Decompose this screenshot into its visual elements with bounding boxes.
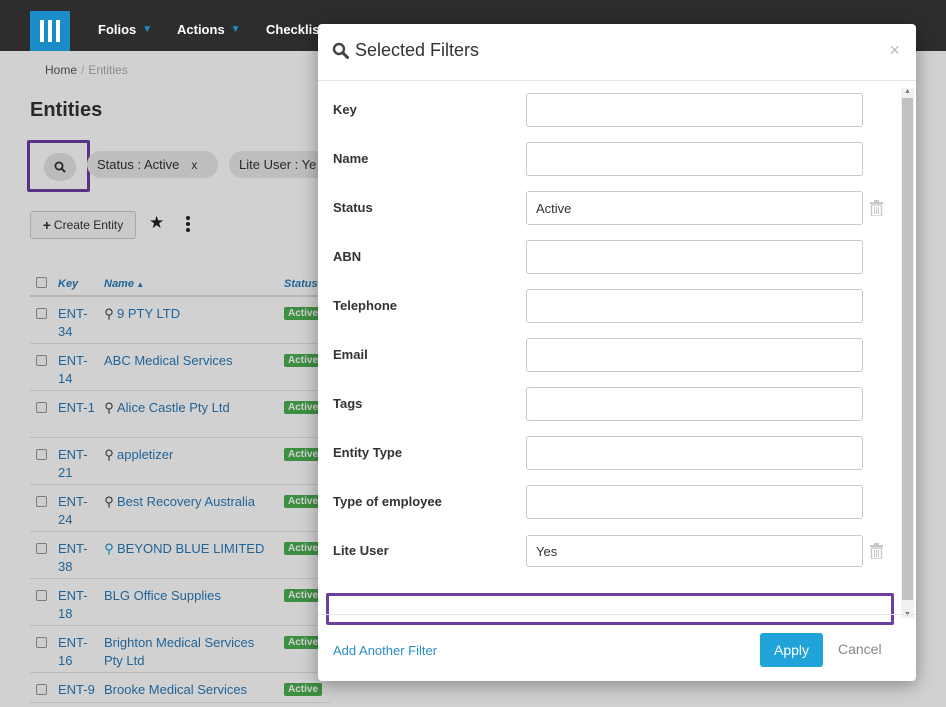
filter-label: Type of employee	[333, 494, 442, 509]
modal-header: Selected Filters ×	[318, 24, 916, 81]
modal-scrollbar[interactable]: ▲ ▼	[901, 88, 914, 618]
filter-label: Status	[333, 200, 373, 215]
modal-title: Selected Filters	[332, 40, 479, 61]
app-logo[interactable]	[30, 11, 70, 51]
nav-actions[interactable]: Actions ▼	[177, 22, 241, 37]
filter-label: Name	[333, 151, 369, 166]
filter-input-tags[interactable]	[526, 387, 863, 421]
filter-label: Entity Type	[333, 445, 403, 460]
filter-label: ABN	[333, 249, 362, 264]
modal-body: Key Name Status ABN Telephone Email Tags Entity…	[318, 82, 916, 658]
nav-folios[interactable]: Folios ▼	[98, 22, 152, 37]
filter-input-key[interactable]	[526, 93, 863, 127]
filter-input-telephone[interactable]	[526, 289, 863, 323]
filter-label: Key	[333, 102, 357, 117]
search-icon	[332, 42, 349, 59]
chevron-down-icon: ▼	[142, 24, 153, 35]
trash-icon[interactable]	[870, 200, 883, 217]
nav-folios-label: Folios	[98, 22, 137, 37]
scroll-up-icon[interactable]: ▲	[904, 88, 911, 95]
cancel-button[interactable]: Cancel	[838, 641, 882, 657]
filter-input-status[interactable]	[526, 191, 863, 225]
apply-button[interactable]: Apply	[760, 633, 823, 667]
filter-input-lite-user[interactable]	[526, 535, 863, 567]
filter-label: Telephone	[333, 298, 398, 313]
filter-input-name[interactable]	[526, 142, 863, 176]
filter-label: Tags	[333, 396, 363, 411]
nav-actions-label: Actions	[177, 22, 225, 37]
nav-checklist-label: Checklist	[266, 22, 324, 37]
filter-input-type-of-employee[interactable]	[526, 485, 863, 519]
selected-filters-modal: Selected Filters × Key Name Status ABN Telep…	[318, 24, 916, 681]
filter-input-email[interactable]	[526, 338, 863, 372]
filter-label: Email	[333, 347, 368, 362]
chevron-down-icon: ▼	[230, 24, 241, 35]
filter-label: Lite User	[333, 543, 389, 558]
modal-footer: Apply Cancel	[318, 614, 916, 681]
trash-icon[interactable]	[870, 543, 883, 560]
modal-title-text: Selected Filters	[355, 40, 480, 60]
nav-checklist[interactable]: Checklist	[266, 22, 324, 37]
filter-input-entity-type[interactable]	[526, 436, 863, 470]
close-icon[interactable]: ×	[889, 40, 900, 61]
filter-input-abn[interactable]	[526, 240, 863, 274]
scrollbar-thumb[interactable]	[902, 98, 913, 600]
